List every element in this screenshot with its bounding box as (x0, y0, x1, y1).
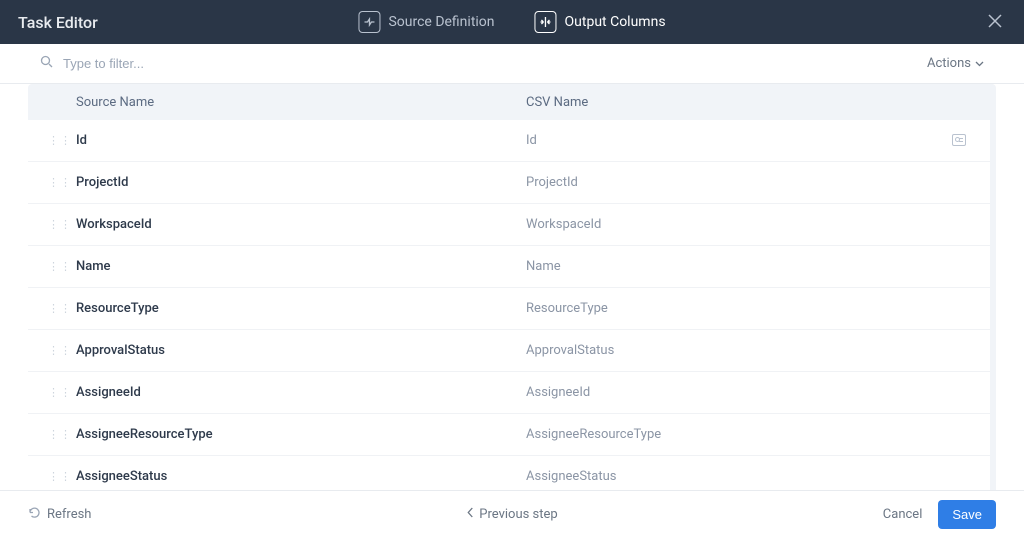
filter-bar: Actions (0, 44, 1024, 84)
table-row[interactable]: ⋮⋮AssigneeResourceTypeAssigneeResourceTy… (28, 414, 990, 456)
column-header-source[interactable]: Source Name (76, 95, 526, 110)
table-row[interactable]: ⋮⋮AssigneeStatusAssigneeStatus (28, 456, 990, 490)
table-row[interactable]: ⋮⋮ResourceTypeResourceType (28, 288, 990, 330)
row-source-name: Id (76, 133, 526, 148)
search-icon (40, 55, 53, 72)
footer-right: Cancel Save (883, 500, 996, 529)
tab-label: Output Columns (565, 14, 666, 30)
drag-handle-icon[interactable]: ⋮⋮ (48, 302, 76, 315)
drag-handle-icon[interactable]: ⋮⋮ (48, 344, 76, 357)
row-csv-name: WorkspaceId (526, 217, 990, 232)
row-csv-name: Name (526, 259, 990, 274)
drag-handle-icon[interactable]: ⋮⋮ (48, 134, 76, 147)
save-button[interactable]: Save (938, 500, 996, 529)
source-definition-icon (358, 11, 380, 33)
drag-handle-icon[interactable]: ⋮⋮ (48, 386, 76, 399)
output-columns-icon (535, 11, 557, 33)
table-header: Source Name CSV Name (28, 84, 996, 120)
column-header-csv[interactable]: CSV Name (526, 95, 996, 110)
footer-bar: Refresh Previous step Cancel Save (0, 490, 1024, 538)
row-source-name: ApprovalStatus (76, 343, 526, 358)
table-row[interactable]: ⋮⋮IdId (28, 120, 990, 162)
actions-label: Actions (927, 56, 971, 71)
refresh-button[interactable]: Refresh (28, 506, 91, 523)
row-source-name: AssigneeStatus (76, 469, 526, 484)
tab-label: Source Definition (388, 14, 494, 30)
table-row[interactable]: ⋮⋮AssigneeIdAssigneeId (28, 372, 990, 414)
row-source-name: Name (76, 259, 526, 274)
drag-handle-icon[interactable]: ⋮⋮ (48, 470, 76, 483)
header-bar: Task Editor Source Definition Output Col… (0, 0, 1024, 44)
previous-label: Previous step (479, 507, 557, 522)
chevron-left-icon (466, 507, 473, 522)
row-source-name: AssigneeResourceType (76, 427, 526, 442)
drag-handle-icon[interactable]: ⋮⋮ (48, 428, 76, 441)
table-container: Source Name CSV Name ⋮⋮IdId⋮⋮ProjectIdPr… (0, 84, 1024, 490)
id-card-icon (952, 131, 990, 150)
table-row[interactable]: ⋮⋮NameName (28, 246, 990, 288)
table-row[interactable]: ⋮⋮ApprovalStatusApprovalStatus (28, 330, 990, 372)
row-source-name: ResourceType (76, 301, 526, 316)
cancel-button[interactable]: Cancel (883, 507, 923, 522)
row-csv-name: ProjectId (526, 175, 990, 190)
chevron-down-icon (975, 56, 984, 71)
row-csv-name: AssigneeId (526, 385, 990, 400)
previous-step-button[interactable]: Previous step (466, 507, 557, 522)
table-row[interactable]: ⋮⋮WorkspaceIdWorkspaceId (28, 204, 990, 246)
close-button[interactable] (984, 8, 1006, 37)
filter-input[interactable] (63, 56, 917, 71)
row-csv-name: Id (526, 133, 952, 148)
row-source-name: AssigneeId (76, 385, 526, 400)
actions-dropdown[interactable]: Actions (927, 56, 984, 71)
drag-handle-icon[interactable]: ⋮⋮ (48, 218, 76, 231)
refresh-label: Refresh (47, 507, 91, 522)
table-body: ⋮⋮IdId⋮⋮ProjectIdProjectId⋮⋮WorkspaceIdW… (28, 120, 996, 490)
page-title: Task Editor (18, 13, 98, 32)
table-row[interactable]: ⋮⋮ProjectIdProjectId (28, 162, 990, 204)
tab-source-definition[interactable]: Source Definition (358, 11, 494, 33)
tabs-group: Source Definition Output Columns (358, 11, 665, 33)
row-source-name: WorkspaceId (76, 217, 526, 232)
row-csv-name: ResourceType (526, 301, 990, 316)
tab-output-columns[interactable]: Output Columns (535, 11, 666, 33)
drag-handle-icon[interactable]: ⋮⋮ (48, 176, 76, 189)
refresh-icon (28, 506, 41, 523)
row-csv-name: AssigneeStatus (526, 469, 990, 484)
row-csv-name: AssigneeResourceType (526, 427, 990, 442)
row-csv-name: ApprovalStatus (526, 343, 990, 358)
drag-handle-icon[interactable]: ⋮⋮ (48, 260, 76, 273)
row-source-name: ProjectId (76, 175, 526, 190)
